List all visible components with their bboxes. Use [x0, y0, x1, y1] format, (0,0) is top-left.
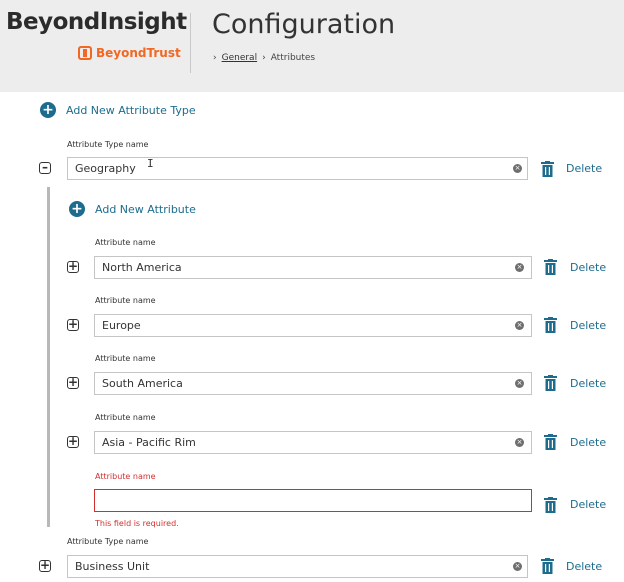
sub-brand-label: BeyondTrust — [96, 46, 181, 60]
beyondtrust-logo-icon — [78, 46, 92, 60]
trash-icon[interactable] — [544, 434, 557, 450]
plus-square-icon[interactable]: + — [67, 435, 79, 448]
minus-square-icon[interactable]: – — [39, 161, 51, 174]
trash-icon[interactable] — [544, 375, 557, 391]
text-cursor-icon: I — [147, 157, 154, 170]
plus-square-icon[interactable]: + — [67, 260, 79, 273]
brand-name: BeyondInsight — [6, 9, 187, 35]
attribute-type-name-label: Attribute Type name — [67, 140, 149, 149]
delete-button[interactable]: Delete — [566, 162, 602, 175]
trash-icon[interactable] — [541, 558, 554, 574]
attribute-name-label: Attribute name — [95, 413, 156, 422]
plus-circle-icon: + — [40, 102, 56, 118]
add-attribute-button[interactable]: + Add New Attribute — [69, 201, 196, 217]
clear-x-icon[interactable]: × — [515, 438, 524, 447]
add-attribute-type-label: Add New Attribute Type — [66, 103, 196, 117]
plus-square-icon[interactable]: + — [67, 376, 79, 389]
breadcrumb-current: Attributes — [270, 53, 316, 63]
breadcrumb-separator: › — [213, 53, 217, 63]
plus-square-icon[interactable]: + — [39, 559, 51, 572]
attribute-type-name-input[interactable] — [67, 555, 528, 578]
trash-icon[interactable] — [544, 497, 557, 513]
delete-button[interactable]: Delete — [570, 377, 606, 390]
attribute-name-input[interactable] — [94, 256, 532, 279]
attribute-type-name-input[interactable] — [67, 157, 528, 180]
attribute-name-input[interactable] — [94, 489, 532, 512]
trash-icon[interactable] — [544, 317, 557, 333]
attribute-type-name-label: Attribute Type name — [67, 537, 149, 546]
nested-indent-bar — [47, 187, 50, 527]
attribute-name-label: Attribute name — [95, 238, 156, 247]
breadcrumb-link-general[interactable]: General — [222, 53, 257, 63]
delete-button[interactable]: Delete — [570, 436, 606, 449]
page-header: BeyondInsight BeyondTrust Configuration … — [0, 0, 624, 92]
clear-x-icon[interactable]: × — [515, 379, 524, 388]
page-title: Configuration — [212, 9, 396, 40]
attribute-name-label: Attribute name — [95, 472, 156, 481]
delete-button[interactable]: Delete — [566, 560, 602, 573]
breadcrumb: › General › Attributes — [213, 53, 315, 63]
add-attribute-type-button[interactable]: + Add New Attribute Type — [40, 102, 196, 118]
clear-x-icon[interactable]: × — [513, 562, 522, 571]
clear-x-icon[interactable]: × — [515, 321, 524, 330]
attribute-name-label: Attribute name — [95, 296, 156, 305]
attribute-name-input[interactable] — [94, 372, 532, 395]
attribute-name-input[interactable] — [94, 314, 532, 337]
header-divider — [190, 13, 191, 73]
delete-button[interactable]: Delete — [570, 319, 606, 332]
add-attribute-label: Add New Attribute — [95, 202, 196, 216]
plus-circle-icon: + — [69, 201, 85, 217]
attribute-name-label: Attribute name — [95, 354, 156, 363]
sub-brand: BeyondTrust — [78, 46, 181, 60]
attribute-name-input[interactable] — [94, 431, 532, 454]
delete-button[interactable]: Delete — [570, 498, 606, 511]
required-error-message: This field is required. — [95, 519, 179, 528]
delete-button[interactable]: Delete — [570, 261, 606, 274]
clear-x-icon[interactable]: × — [515, 263, 524, 272]
clear-x-icon[interactable]: × — [513, 164, 522, 173]
breadcrumb-separator: › — [262, 53, 266, 63]
trash-icon[interactable] — [544, 259, 557, 275]
plus-square-icon[interactable]: + — [67, 318, 79, 331]
trash-icon[interactable] — [541, 161, 554, 177]
